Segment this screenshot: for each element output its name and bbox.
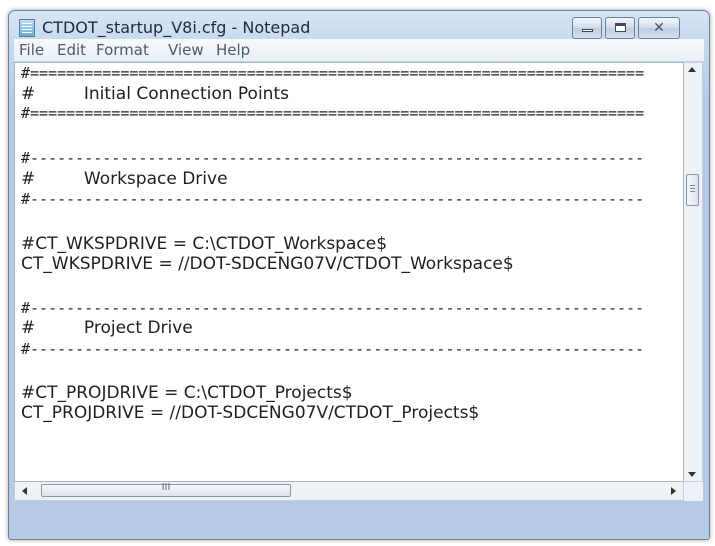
text-line: CT_WKSPDRIVE = //DOT-SDCENG07V/CTDOT_Wor… bbox=[21, 254, 514, 274]
minimize-icon bbox=[582, 29, 593, 32]
text-line: #=======================================… bbox=[21, 104, 645, 122]
maximize-icon bbox=[615, 23, 626, 32]
text-editor[interactable]: #=======================================… bbox=[14, 62, 684, 482]
close-button[interactable]: ✕ bbox=[638, 17, 680, 39]
menu-file[interactable]: File bbox=[19, 41, 44, 59]
menu-view[interactable]: View bbox=[168, 41, 204, 59]
notepad-icon[interactable] bbox=[19, 19, 35, 37]
resize-grip[interactable] bbox=[684, 482, 703, 501]
grip-icon: III bbox=[161, 482, 171, 493]
text-line: CT_PROJDRIVE = //DOT-SDCENG07V/CTDOT_Pro… bbox=[21, 403, 480, 423]
menu-bar: File Edit Format View Help bbox=[14, 39, 704, 62]
notepad-window: CTDOT_startup_V8i.cfg - Notepad ✕ File E… bbox=[8, 10, 710, 540]
scroll-left-icon[interactable] bbox=[22, 487, 27, 495]
text-line: # Initial Connection Points bbox=[21, 84, 289, 104]
horizontal-scroll-thumb[interactable]: III bbox=[41, 482, 291, 497]
text-line: #---------------------------------------… bbox=[21, 190, 645, 208]
menu-format[interactable]: Format bbox=[96, 41, 149, 59]
text-line: #CT_PROJDRIVE = C:\CTDOT_Projects$ bbox=[21, 383, 353, 403]
text-line: #=======================================… bbox=[21, 64, 645, 82]
text-line: #---------------------------------------… bbox=[21, 299, 645, 317]
scroll-right-icon[interactable] bbox=[671, 487, 676, 495]
close-icon: ✕ bbox=[653, 20, 665, 36]
menu-help[interactable]: Help bbox=[216, 41, 250, 59]
text-line: #---------------------------------------… bbox=[21, 149, 645, 167]
menu-edit[interactable]: Edit bbox=[57, 41, 86, 59]
vertical-scroll-thumb[interactable] bbox=[686, 174, 699, 206]
scroll-down-icon[interactable] bbox=[688, 472, 696, 477]
scroll-up-icon[interactable] bbox=[688, 67, 696, 72]
text-line: #CT_WKSPDRIVE = C:\CTDOT_Workspace$ bbox=[21, 234, 388, 254]
window-title: CTDOT_startup_V8i.cfg - Notepad bbox=[42, 18, 311, 37]
horizontal-scrollbar[interactable]: III bbox=[14, 482, 684, 501]
minimize-button[interactable] bbox=[572, 17, 602, 39]
text-line: # Project Drive bbox=[21, 318, 193, 338]
maximize-button[interactable] bbox=[605, 17, 635, 39]
text-line: #---------------------------------------… bbox=[21, 340, 645, 358]
text-line: # Workspace Drive bbox=[21, 169, 228, 189]
vertical-scrollbar[interactable] bbox=[684, 62, 703, 482]
